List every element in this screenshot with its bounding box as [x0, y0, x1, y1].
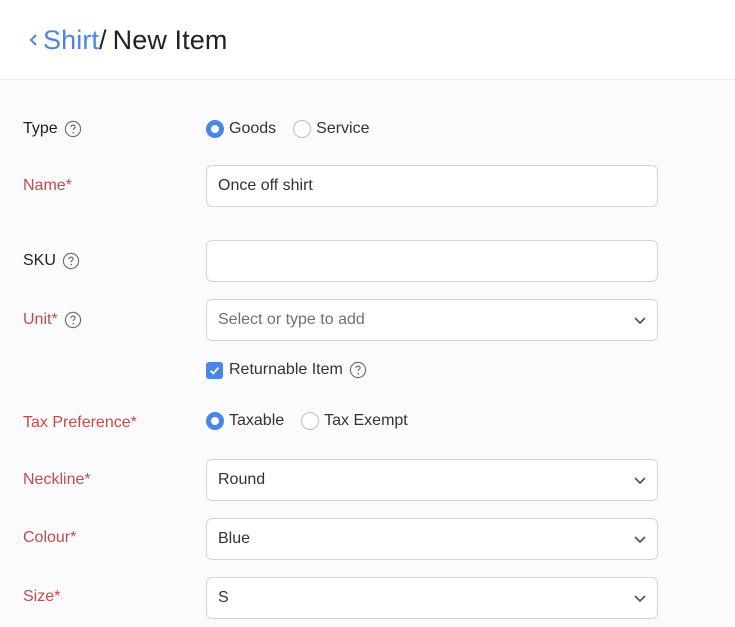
- checkmark-icon: [209, 366, 220, 375]
- page-title: Shirt / New Item: [26, 22, 227, 58]
- breadcrumb-current: New Item: [112, 24, 228, 55]
- tax-preference-radio-group: Taxable Tax Exempt: [206, 410, 425, 432]
- question-circle-icon[interactable]: [349, 361, 367, 379]
- sku-field[interactable]: [206, 240, 658, 282]
- chevron-left-icon[interactable]: [26, 30, 40, 50]
- type-option-goods[interactable]: Goods: [206, 120, 276, 138]
- neckline-label: Neckline*: [23, 471, 91, 488]
- question-circle-icon[interactable]: [64, 311, 82, 329]
- tax-option-taxable[interactable]: Taxable: [206, 412, 284, 430]
- returnable-checkbox[interactable]: [206, 361, 223, 379]
- chevron-down-icon[interactable]: [633, 313, 647, 327]
- radio-goods[interactable]: [206, 120, 224, 138]
- returnable-item-row: Returnable Item: [206, 359, 367, 381]
- size-select[interactable]: S: [206, 577, 658, 619]
- sku-input[interactable]: [218, 252, 646, 270]
- radio-service[interactable]: [293, 120, 312, 138]
- colour-label: Colour*: [23, 529, 77, 546]
- returnable-label: Returnable Item: [229, 361, 343, 378]
- tax-option-exempt[interactable]: Tax Exempt: [301, 412, 408, 430]
- radio-tax-exempt[interactable]: [301, 412, 320, 430]
- tax-preference-label: Tax Preference*: [23, 414, 137, 431]
- breadcrumb-separator: /: [99, 24, 107, 55]
- breadcrumb-shirt-link[interactable]: Shirt: [43, 25, 99, 56]
- unit-label: Unit*: [23, 309, 82, 331]
- type-option-service[interactable]: Service: [293, 120, 370, 138]
- name-field[interactable]: [206, 165, 658, 207]
- colour-value: Blue: [218, 530, 251, 547]
- colour-select[interactable]: Blue: [206, 518, 658, 560]
- page-header: Shirt / New Item: [0, 0, 735, 80]
- question-circle-icon[interactable]: [64, 120, 82, 138]
- radio-taxable[interactable]: [206, 412, 224, 430]
- new-item-form: Type Goods Service Name* SKU: [0, 80, 735, 627]
- name-input[interactable]: [218, 177, 646, 195]
- sku-label: SKU: [23, 250, 80, 272]
- size-label: Size*: [23, 588, 61, 605]
- neckline-value: Round: [218, 471, 266, 488]
- neckline-select[interactable]: Round: [206, 459, 658, 501]
- type-radio-group: Goods Service: [206, 118, 387, 140]
- name-label: Name*: [23, 177, 72, 194]
- chevron-down-icon[interactable]: [633, 532, 647, 546]
- question-circle-icon[interactable]: [62, 252, 80, 270]
- unit-placeholder: Select or type to add: [218, 311, 365, 328]
- size-value: S: [218, 589, 229, 606]
- type-label: Type: [23, 118, 82, 140]
- chevron-down-icon[interactable]: [633, 473, 647, 487]
- unit-select[interactable]: Select or type to add: [206, 299, 658, 341]
- chevron-down-icon[interactable]: [633, 591, 647, 605]
